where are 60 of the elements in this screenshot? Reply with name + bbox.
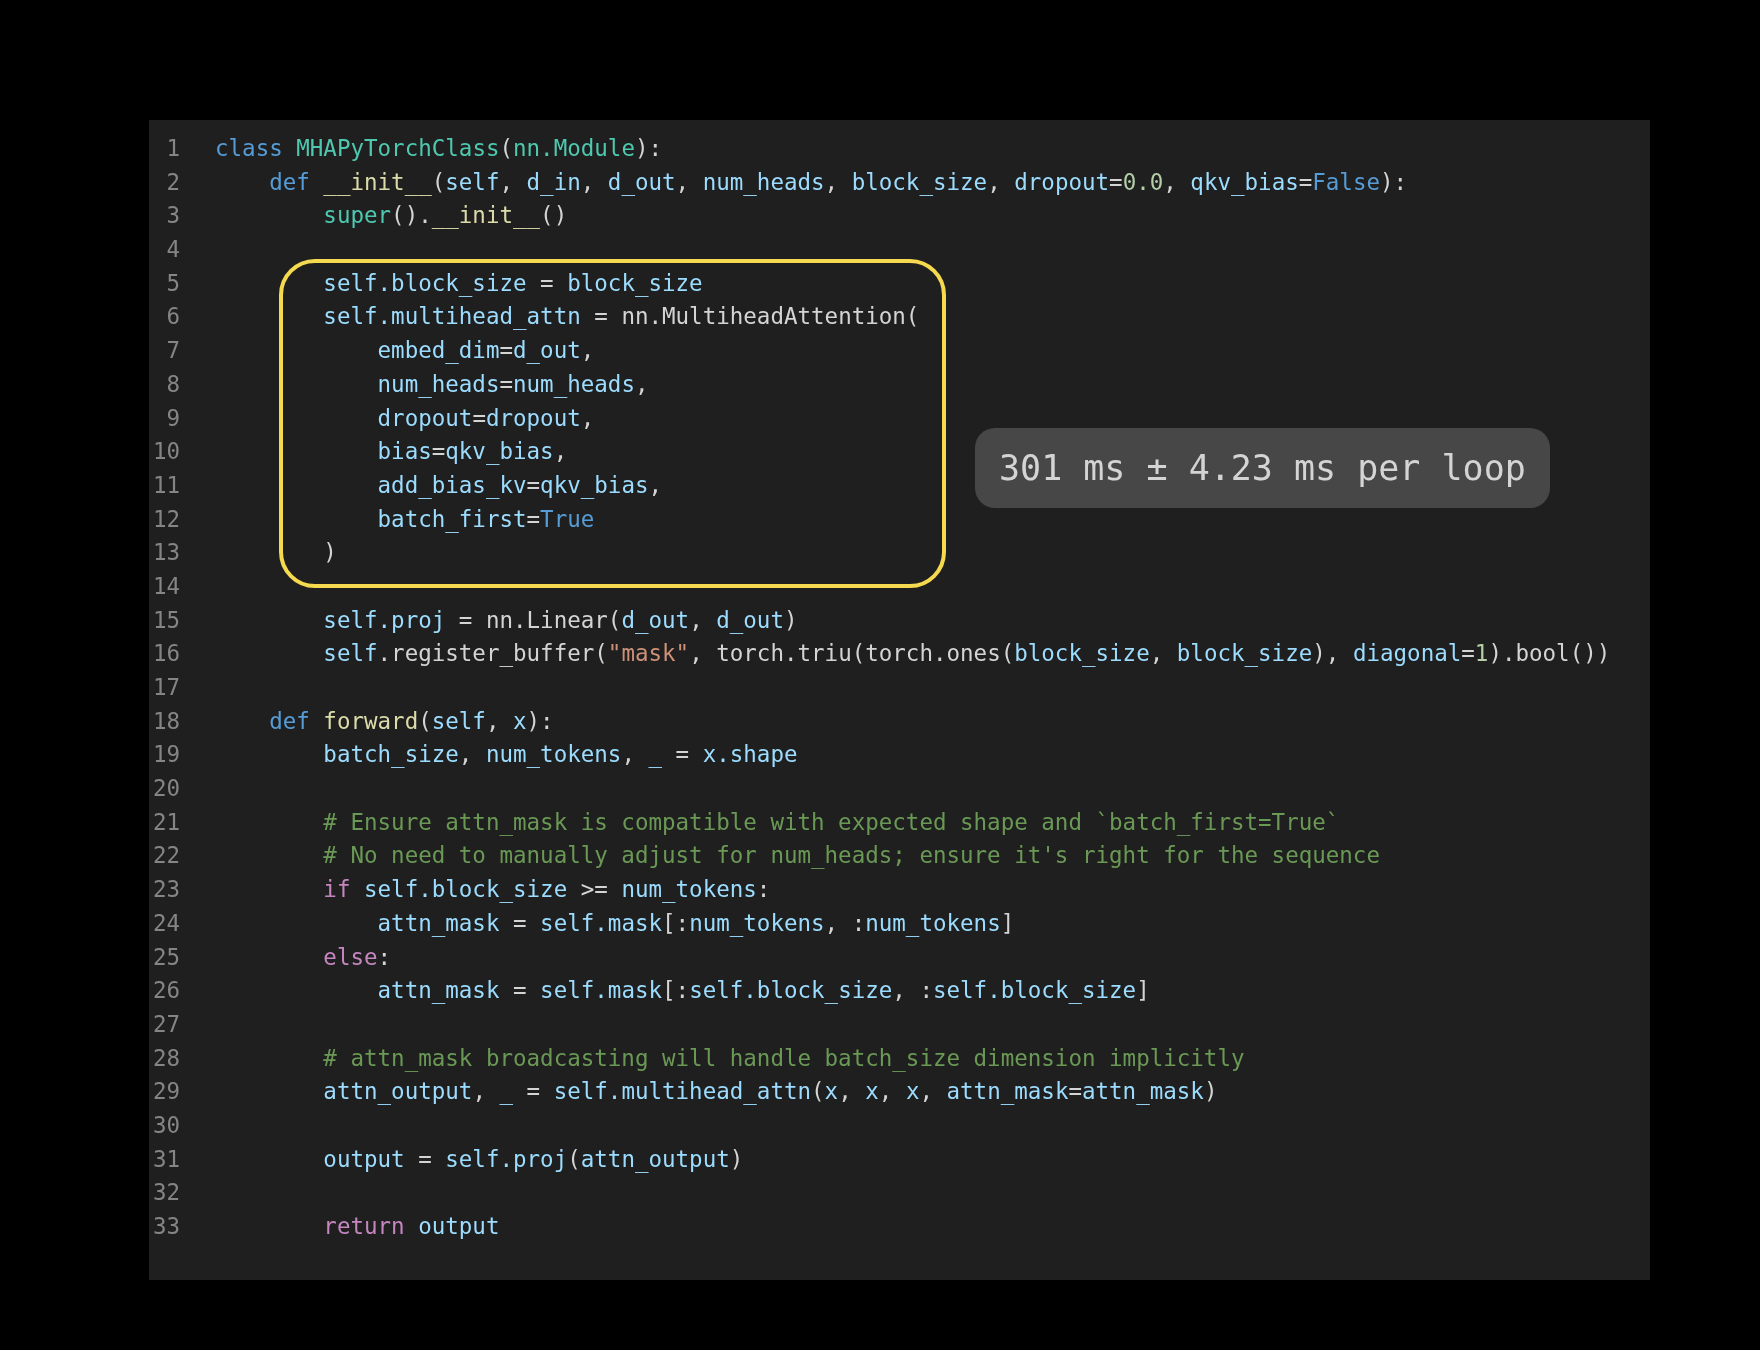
line-number: 8 (165, 369, 180, 399)
code-line: output = self.proj(attn_output) (323, 1144, 744, 1175)
line-number: 31 (151, 1144, 180, 1174)
line-number: 33 (151, 1212, 180, 1241)
line-number: 27 (151, 1009, 180, 1039)
line-number: 5 (165, 268, 180, 298)
code-line: num_heads=num_heads, (377, 369, 649, 400)
line-number: 29 (151, 1077, 180, 1107)
code-line: # Ensure attn_mask is compatible with expected shape and `batch_first=True` (323, 807, 1340, 838)
line-number: 23 (151, 875, 180, 905)
line-number: 22 (151, 841, 180, 871)
code-line: batch_size, num_tokens, _ = x.shape (323, 740, 798, 770)
line-number: 14 (151, 571, 180, 601)
line-number: 10 (151, 437, 180, 467)
line-number: 3 (165, 201, 180, 231)
code-line: self.multihead_attn = nn.MultiheadAttention( (323, 302, 920, 332)
code-line: attn_output, _ = self.multihead_attn(x, x, x, attn_mask=attn_mask) (323, 1077, 1218, 1107)
line-number: 9 (165, 403, 180, 433)
line-number: 1 (165, 134, 180, 163)
line-number: 6 (165, 302, 180, 332)
line-number: 21 (151, 807, 180, 837)
line-number: 26 (151, 976, 180, 1006)
line-number: 2 (165, 167, 180, 197)
code-line: # No need to manually adjust for num_heads; ensure it's right for the sequence (323, 841, 1380, 871)
line-number: 18 (151, 706, 180, 736)
code-line: return output (323, 1212, 500, 1241)
line-number: 25 (151, 942, 180, 972)
line-number: 16 (151, 639, 180, 669)
line-number: 32 (151, 1178, 180, 1208)
code-line: bias=qkv_bias, (377, 437, 568, 467)
code-line: self.block_size = block_size (323, 268, 703, 299)
code-line: class MHAPyTorchClass(nn.Module): (215, 134, 663, 163)
code-line: add_bias_kv=qkv_bias, (377, 470, 663, 501)
line-number: 13 (151, 538, 180, 568)
line-number: 11 (151, 470, 180, 500)
line-number: 20 (151, 774, 180, 804)
code-line: super().__init__() (323, 201, 568, 231)
code-line: self.register_buffer("mask", torch.triu(torch.ones(block_size, block_size), diagonal=1).bool()) (323, 639, 1611, 669)
code-line: if self.block_size >= num_tokens: (323, 875, 771, 905)
code-line: def __init__(self, d_in, d_out, num_heads, block_size, dropout=0.0, qkv_bias=False): (269, 167, 1408, 198)
code-line: dropout=dropout, (377, 403, 595, 433)
line-number: 17 (151, 673, 180, 702)
line-number: 4 (165, 235, 180, 265)
line-number: 19 (151, 740, 180, 770)
code-line: attn_mask = self.mask[:self.block_size, :self.block_size] (377, 976, 1150, 1006)
timing-badge: 301 ms ± 4.23 ms per loop (975, 428, 1550, 508)
code-line: ) (323, 538, 337, 568)
code-line: embed_dim=d_out, (377, 336, 595, 366)
line-number: 24 (151, 908, 180, 938)
line-number: 7 (165, 336, 180, 366)
line-number: 30 (151, 1110, 180, 1140)
code-line: attn_mask = self.mask[:num_tokens, :num_tokens] (377, 908, 1015, 939)
code-line: else: (323, 942, 392, 972)
code-line: # attn_mask broadcasting will handle batch_size dimension implicitly (323, 1043, 1245, 1074)
line-number: 28 (151, 1043, 180, 1073)
code-line: def forward(self, x): (269, 706, 554, 736)
line-number: 12 (151, 504, 180, 534)
code-line: self.proj = nn.Linear(d_out, d_out) (323, 605, 798, 636)
code-line: batch_first=True (377, 504, 595, 535)
line-number: 15 (151, 605, 180, 635)
